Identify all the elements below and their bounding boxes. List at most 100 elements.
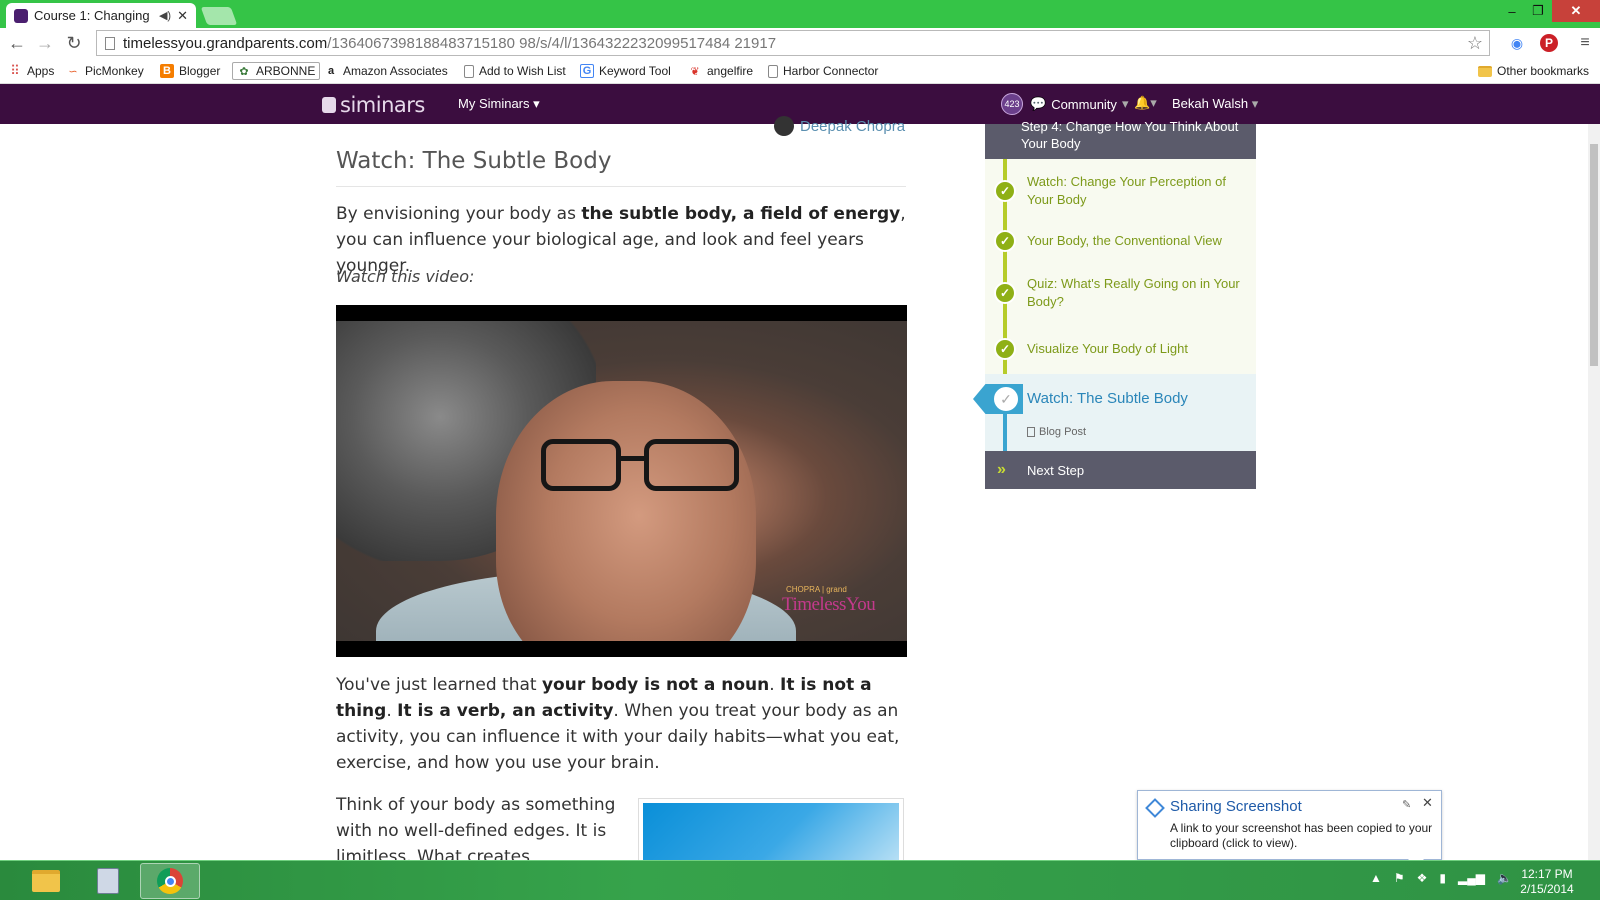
page-title: Watch: The Subtle Body: [336, 148, 612, 174]
system-tray: ▲ ⚑ ❖ ▮ ▂▄▆ 🔈: [1370, 871, 1512, 885]
text: You've just learned that: [336, 675, 542, 695]
video-frame[interactable]: CHOPRA | grand TimelessYou: [336, 321, 907, 641]
article-image: [638, 798, 904, 868]
step-item-label: Your Body, the Conventional View: [1027, 233, 1222, 248]
speaker-icon[interactable]: ◀): [159, 9, 171, 22]
bookmark-label: Add to Wish List: [479, 64, 566, 78]
step-items: ✓ Watch: Change Your Perception of Your …: [973, 159, 1256, 451]
step-item[interactable]: ✓ Watch: Change Your Perception of Your …: [985, 159, 1256, 219]
tray-expand-icon[interactable]: ▲: [1370, 871, 1382, 885]
sharing-screenshot-notification[interactable]: Sharing Screenshot A link to your screen…: [1137, 790, 1442, 867]
notification-close-icon[interactable]: ✕: [1422, 795, 1433, 811]
page-icon: [105, 36, 115, 50]
text: By envisioning your body as: [336, 204, 582, 224]
clock-time: 12:17 PM: [1521, 867, 1573, 881]
text: .: [769, 675, 781, 695]
video-face: [496, 381, 756, 641]
bookmark-blogger[interactable]: B Blogger: [160, 62, 220, 80]
bookmark-keyword-tool[interactable]: G Keyword Tool: [580, 62, 671, 80]
double-chevron-icon: »: [997, 461, 1006, 478]
tab-title: Course 1: Changing Pe: [34, 8, 153, 23]
bookmark-label: Blogger: [179, 64, 221, 78]
bookmark-angelfire[interactable]: ❦ angelfire: [688, 62, 753, 80]
bookmark-apps[interactable]: ⠿ Apps: [8, 62, 54, 80]
bookmark-label: angelfire: [707, 64, 754, 78]
siminars-logo[interactable]: siminars: [322, 93, 425, 117]
step-item[interactable]: ✓ Visualize Your Body of Light: [985, 323, 1256, 374]
explorer-taskbar-button[interactable]: [16, 863, 76, 899]
blog-post-sub[interactable]: Blog Post: [1027, 426, 1086, 438]
next-step-button[interactable]: » Next Step: [985, 451, 1256, 489]
pinterest-icon[interactable]: P: [1540, 34, 1558, 52]
dropbox-icon: [1145, 798, 1165, 818]
back-arrow-icon[interactable]: ←: [6, 32, 28, 54]
check-icon: ✓: [994, 337, 1016, 360]
minimize-button[interactable]: –: [1500, 0, 1524, 22]
browser-tab[interactable]: Course 1: Changing Pe ◀) ✕: [6, 3, 196, 28]
watch-label: Watch this video:: [336, 267, 475, 286]
extension-icon[interactable]: ◉: [1506, 32, 1528, 54]
window-close-button[interactable]: ✕: [1552, 0, 1600, 22]
text: .: [386, 701, 398, 721]
forward-arrow-icon[interactable]: →: [34, 32, 56, 54]
taskbar-clock[interactable]: 12:17 PM 2/15/2014: [1512, 867, 1582, 897]
author-link[interactable]: Deepak Chopra: [774, 116, 905, 136]
apps-grid-icon: ⠿: [10, 63, 20, 78]
step-header[interactable]: Step 4: Change How You Think About Your …: [985, 119, 1256, 165]
page-icon: [768, 64, 778, 78]
url-path: /1364067398188483715180 98/s/4/l/1364322…: [327, 34, 777, 52]
bookmark-wishlist[interactable]: Add to Wish List: [464, 62, 566, 80]
step-item[interactable]: ✓ Quiz: What's Really Going on in Your B…: [985, 263, 1256, 323]
current-step-item[interactable]: ✓ Watch: The Subtle Body Blog Post: [973, 374, 1256, 451]
bookmark-harbor[interactable]: Harbor Connector: [768, 62, 878, 80]
page-scrollbar[interactable]: [1588, 124, 1600, 860]
pin-icon[interactable]: ✎: [1402, 798, 1411, 811]
network-icon[interactable]: ▂▄▆: [1458, 871, 1485, 885]
bookmark-picmonkey[interactable]: ∽ PicMonkey: [66, 62, 143, 80]
amazon-icon: a: [327, 65, 335, 77]
angelfire-icon: ❦: [690, 65, 700, 78]
dropbox-tray-icon[interactable]: ❖: [1417, 871, 1428, 885]
flag-icon[interactable]: ⚑: [1394, 871, 1405, 885]
title-divider: [336, 186, 906, 187]
check-icon: ✓: [994, 230, 1016, 252]
battery-icon[interactable]: ▮: [1439, 871, 1446, 885]
notification-count-badge[interactable]: 423: [1001, 93, 1023, 115]
bell-icon[interactable]: 🔔▾: [1134, 95, 1157, 111]
chrome-taskbar-button[interactable]: [140, 863, 200, 899]
siminars-favicon-icon: [14, 8, 28, 23]
caret-down-icon: ▾: [1251, 96, 1259, 111]
volume-icon[interactable]: 🔈: [1497, 871, 1512, 885]
bookmark-arbonne[interactable]: ✿ ARBONNE: [232, 62, 321, 80]
bookmark-star-icon[interactable]: ☆: [1467, 33, 1483, 54]
scrollbar-thumb[interactable]: [1590, 144, 1598, 366]
step-item[interactable]: ✓ Your Body, the Conventional View: [985, 219, 1256, 263]
bookmarks-bar: ⠿ Apps ∽ PicMonkey B Blogger ✿ ARBONNE a…: [0, 58, 1600, 84]
bookmark-amazon[interactable]: a Amazon Associates: [324, 62, 448, 80]
address-bar[interactable]: timelessyou.grandparents.com /1364067398…: [96, 30, 1490, 56]
step-item-label: Visualize Your Body of Light: [1027, 340, 1188, 356]
bookmark-other[interactable]: Other bookmarks: [1478, 62, 1589, 80]
bookmark-label: Apps: [27, 64, 55, 78]
my-siminars-menu[interactable]: My Siminars ▾: [458, 96, 540, 112]
calculator-taskbar-button[interactable]: [78, 863, 138, 899]
tab-close-icon[interactable]: ✕: [177, 8, 188, 24]
step-item-label: Watch: Change Your Perception of Your Bo…: [1027, 174, 1226, 207]
logo-text: siminars: [340, 93, 425, 117]
url-host: timelessyou.grandparents.com: [123, 34, 328, 52]
clock-date: 2/15/2014: [1520, 882, 1574, 896]
author-avatar: [774, 116, 794, 136]
video-glasses-bridge: [621, 456, 645, 461]
document-icon: [1027, 427, 1035, 437]
page-icon: [464, 64, 474, 78]
video-player[interactable]: CHOPRA | grand TimelessYou: [336, 305, 907, 657]
reload-icon[interactable]: ↻: [63, 32, 85, 54]
maximize-button[interactable]: ❐: [1526, 0, 1550, 22]
check-icon: ✓: [994, 282, 1016, 304]
body-paragraph-2: Think of your body as something with no …: [336, 795, 616, 860]
bold-text: your body is not a noun: [541, 675, 770, 695]
arbonne-icon: ✿: [239, 65, 249, 78]
menu-icon[interactable]: ≡: [1574, 32, 1596, 54]
new-tab-button[interactable]: [200, 7, 238, 25]
step-item-label: Quiz: What's Really Going on in Your Bod…: [1027, 276, 1240, 309]
